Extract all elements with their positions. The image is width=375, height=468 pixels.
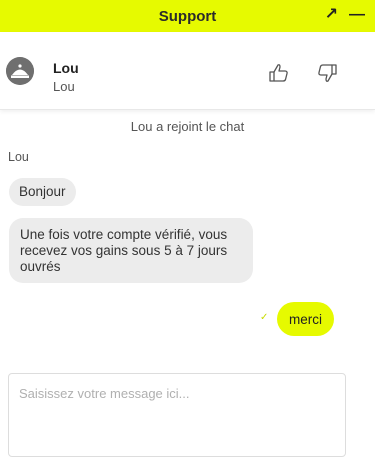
sender-label: Lou [8, 150, 29, 164]
outgoing-message: merci [277, 302, 334, 336]
chat-title-bar: Support ↗ — [0, 0, 375, 32]
agent-avatar-icon [6, 57, 34, 85]
incoming-message: Bonjour [9, 178, 76, 206]
agent-joined-notice: Lou a rejoint le chat [130, 119, 245, 134]
agent-subtitle: Lou [53, 79, 75, 94]
thumbs-down-icon[interactable] [316, 62, 338, 84]
incoming-message: Une fois votre compte vérifié, vous rece… [9, 218, 253, 283]
agent-header: Lou Lou [0, 32, 375, 110]
agent-name: Lou [53, 60, 79, 76]
expand-icon[interactable]: ↗ [325, 5, 338, 25]
message-sent-check-icon: ✓ [260, 312, 269, 323]
chat-title: Support [158, 7, 217, 25]
thumbs-up-icon[interactable] [268, 62, 290, 84]
minimize-icon[interactable]: — [349, 5, 365, 25]
message-input[interactable] [8, 373, 346, 457]
